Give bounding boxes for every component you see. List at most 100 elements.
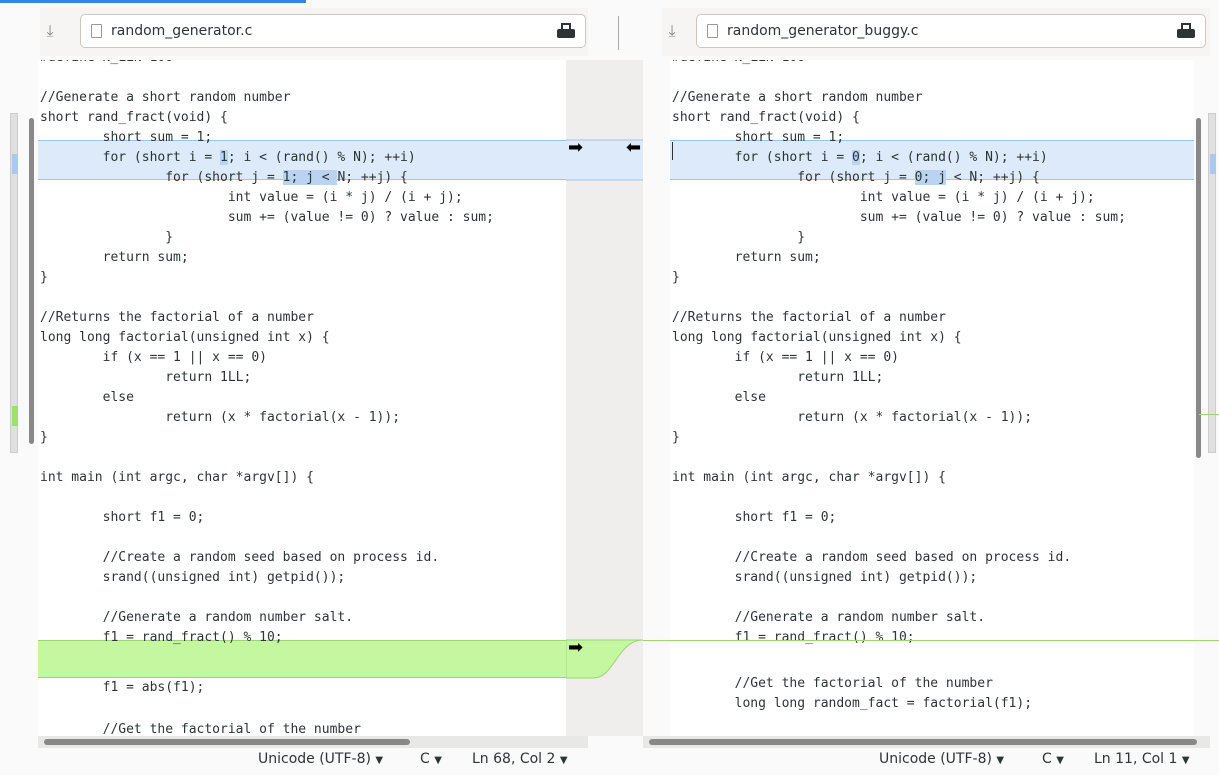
code-line: //Generate a short random number [40, 90, 291, 105]
code-line: sum += (value != 0) ? value : sum; [672, 210, 1126, 225]
inline-change-highlight: 0 [852, 150, 860, 165]
code-line: int value = (i * j) / (i + j); [672, 190, 1095, 205]
chevron-down-icon: ▼ [375, 755, 384, 766]
code-line: #define N_LEN 100 [40, 60, 173, 68]
code-line: return sum; [40, 250, 189, 265]
overview-insert-marker [12, 406, 18, 426]
code-line: //Generate a random number salt. [40, 610, 354, 625]
print-icon[interactable] [1177, 23, 1195, 39]
code-line: //Returns the factorial of a number [672, 310, 946, 325]
inline-change-highlight: 0; j [914, 170, 946, 185]
chevron-down-icon: ▼ [1181, 755, 1190, 766]
language-selector[interactable]: C ▼ [420, 751, 442, 767]
code-line: //Generate a random number salt. [672, 610, 986, 625]
right-file-chooser[interactable]: random_generator_buggy.c [696, 14, 1206, 48]
code-line: //Get the factorial of the number [40, 722, 361, 736]
code-line: return (x * factorial(x - 1)); [40, 410, 401, 425]
code-line: //Generate a short random number [672, 90, 923, 105]
code-line: if (x == 1 || x == 0) [40, 350, 267, 365]
left-status-bar: Unicode (UTF-8) ▼ C ▼ Ln 68, Col 2 ▼ [0, 748, 600, 772]
code-line: //Create a random seed based on process … [672, 550, 1072, 565]
code-line: for (short i = 0; i < (rand() % N); ++i) [672, 150, 1048, 165]
code-line: srand((unsigned int) getpid()); [40, 570, 346, 585]
code-line: srand((unsigned int) getpid()); [672, 570, 978, 585]
diff-gutter: ➡ ⬅ ➡ [566, 60, 643, 736]
code-line: for (short j = 0; j < N; ++j) { [672, 170, 1040, 185]
code-line: } [40, 270, 48, 285]
right-filename: random_generator_buggy.c [727, 23, 919, 39]
code-line: #define N_LEN 100 [672, 60, 805, 68]
text-cursor [672, 142, 673, 160]
code-line: sum += (value != 0) ? value : sum; [40, 210, 494, 225]
inline-change-highlight: 1; j < [282, 170, 338, 185]
left-code-view[interactable]: #define N_LEN 100 //Generate a short rand… [38, 60, 566, 736]
code-line: short sum = 1; [40, 130, 213, 145]
overview-change-marker [1210, 154, 1216, 174]
left-file-chooser[interactable]: random_generator.c [80, 14, 586, 48]
code-line: if (x == 1 || x == 0) [672, 350, 899, 365]
code-line: //Get the factorial of the number [672, 676, 993, 691]
download-icon[interactable]: ⤓ [40, 20, 60, 42]
chevron-down-icon: ▼ [1056, 755, 1064, 766]
code-line: } [672, 430, 680, 445]
code-line: for (short i = 1; i < (rand() % N); ++i) [40, 150, 416, 165]
inline-change-highlight: 1 [220, 150, 228, 165]
code-line: long long random_fact = factorial(f1); [672, 696, 1033, 711]
code-line: return (x * factorial(x - 1)); [672, 410, 1033, 425]
right-file-header: ⤓ random_generator_buggy.c [662, 8, 1210, 56]
code-line: f1 = abs(f1); [40, 680, 205, 695]
right-horizontal-scrollbar[interactable] [643, 736, 1210, 748]
header-separator [618, 16, 619, 50]
code-line: } [40, 430, 48, 445]
right-hscroll-thumb[interactable] [649, 739, 1197, 745]
code-line: else [40, 390, 134, 405]
document-icon [707, 24, 718, 38]
overview-change-marker [12, 154, 18, 174]
code-line: f1 = rand_fract() % 10; [40, 630, 283, 645]
code-line: for (short j = 1; j < N; ++j) { [40, 170, 408, 185]
code-line: short rand_fract(void) { [40, 110, 228, 125]
insert-marker-line [643, 640, 1219, 641]
left-file-header: ⤓ random_generator.c [40, 8, 588, 56]
code-line: short f1 = 0; [40, 510, 205, 525]
right-code-view[interactable]: #define N_LEN 100 //Generate a short rand… [670, 60, 1194, 736]
document-icon [91, 24, 102, 38]
code-line: short rand_fract(void) { [672, 110, 860, 125]
arrow-left-icon[interactable]: ⬅ [626, 138, 641, 158]
right-vertical-scrollbar[interactable] [1196, 118, 1201, 458]
encoding-selector[interactable]: Unicode (UTF-8) ▼ [879, 751, 1004, 767]
code-line: int main (int argc, char *argv[]) { [672, 470, 946, 485]
code-line: long long factorial(unsigned int x) { [672, 330, 962, 345]
language-selector[interactable]: C ▼ [1042, 751, 1064, 767]
chevron-down-icon: ▼ [434, 755, 442, 766]
right-status-bar: Unicode (UTF-8) ▼ C ▼ Ln 11, Col 1 ▼ [600, 748, 1219, 772]
encoding-selector[interactable]: Unicode (UTF-8) ▼ [258, 751, 383, 767]
right-diff-overview[interactable] [1208, 113, 1216, 453]
code-line: long long factorial(unsigned int x) { [40, 330, 330, 345]
code-line: short f1 = 0; [672, 510, 837, 525]
chevron-down-icon: ▼ [559, 755, 568, 766]
cursor-position-selector[interactable]: Ln 11, Col 1 ▼ [1094, 751, 1190, 767]
download-icon[interactable]: ⤓ [662, 20, 682, 42]
cursor-position-selector[interactable]: Ln 68, Col 2 ▼ [472, 751, 568, 767]
overview-insert-edge [1199, 414, 1219, 415]
left-filename: random_generator.c [111, 23, 253, 39]
code-line: } [672, 230, 806, 245]
active-tab-indicator [0, 0, 306, 3]
print-icon[interactable] [557, 23, 575, 39]
code-line: //Returns the factorial of a number [40, 310, 314, 325]
code-line: } [672, 270, 680, 285]
code-line: return 1LL; [40, 370, 252, 385]
code-line: return 1LL; [672, 370, 884, 385]
code-line: else [672, 390, 766, 405]
left-horizontal-scrollbar[interactable] [38, 736, 588, 748]
left-vertical-scrollbar[interactable] [29, 118, 34, 444]
arrow-right-icon[interactable]: ➡ [568, 638, 583, 658]
left-diff-overview[interactable] [10, 113, 18, 453]
code-line: int value = (i * j) / (i + j); [40, 190, 463, 205]
chevron-down-icon: ▼ [996, 755, 1005, 766]
code-line: f1 = rand_fract() % 10; [672, 630, 915, 645]
arrow-right-icon[interactable]: ➡ [568, 138, 583, 158]
left-hscroll-thumb[interactable] [44, 739, 410, 745]
code-line: short sum = 1; [672, 130, 845, 145]
